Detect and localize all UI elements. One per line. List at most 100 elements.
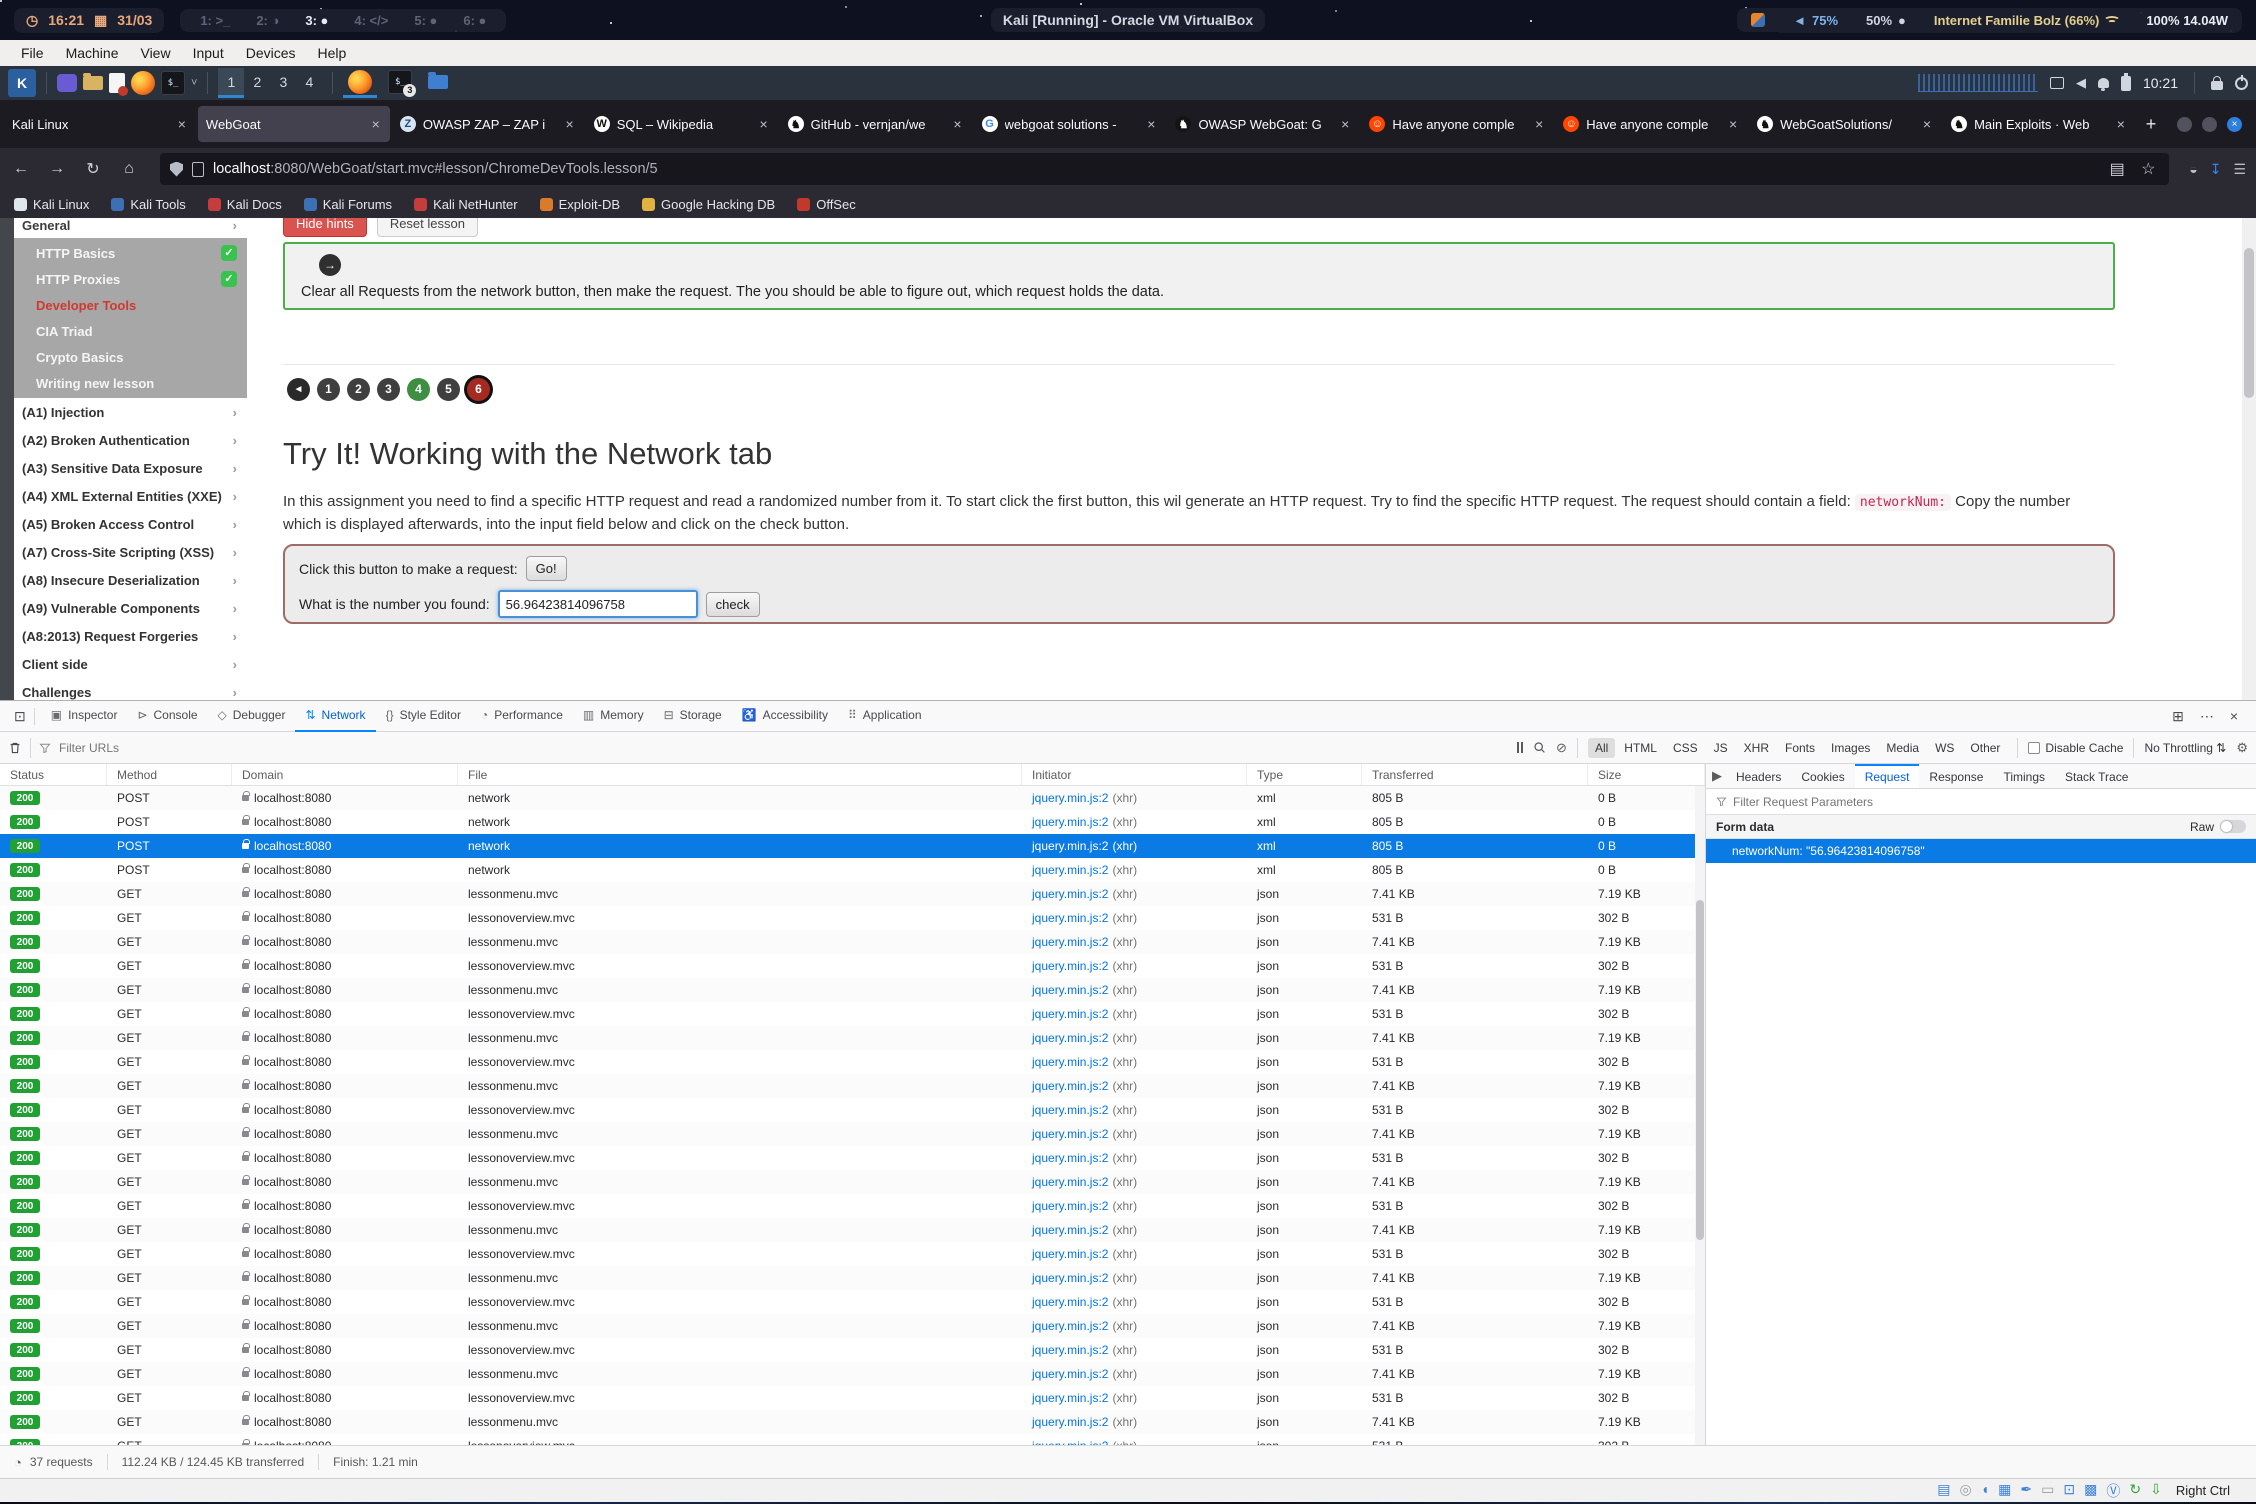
request-row[interactable]: 200 POST localhost:8080 network jquery.m… [0, 786, 1705, 810]
browser-tab[interactable]: ☺ Have anyone comple × [1361, 106, 1553, 142]
page-button[interactable]: 4 [407, 378, 430, 401]
maximize-button[interactable] [2202, 117, 2217, 132]
initiator-link[interactable]: jquery.min.js:2 [1032, 935, 1108, 949]
request-row[interactable]: 200 GET localhost:8080 lessonoverview.mv… [0, 1002, 1705, 1026]
initiator-link[interactable]: jquery.min.js:2 [1032, 1319, 1108, 1333]
vbox-status-icon[interactable]: ⊡ [2063, 1481, 2075, 1501]
detail-tab[interactable]: Headers [1726, 764, 1791, 788]
file-manager-icon[interactable] [83, 76, 103, 90]
sidebar-lesson-item[interactable]: CIA Triad ✓ [14, 318, 247, 344]
host-workspace[interactable]: 1: >_ [200, 13, 230, 28]
close-window-button[interactable]: × [2227, 117, 2242, 132]
next-hint-icon[interactable]: → [319, 254, 341, 276]
volume-icon[interactable]: ◀ [2076, 75, 2086, 91]
pause-traffic-icon[interactable] [1517, 742, 1523, 753]
throttling-select[interactable]: No Throttling ⇅ [2144, 741, 2226, 755]
browser-tab[interactable]: ♞ GitHub - vernjan/we × [780, 106, 972, 142]
menu-item[interactable]: Input [182, 42, 235, 64]
browser-tab[interactable]: G webgoat solutions - × [974, 106, 1166, 142]
workspace-button[interactable]: 2 [244, 68, 270, 98]
power-indicator[interactable]: 100% 14.04W [2132, 8, 2242, 33]
tracking-protection-icon[interactable] [170, 162, 183, 177]
initiator-link[interactable]: jquery.min.js:2 [1032, 1199, 1108, 1213]
request-row[interactable]: 200 POST localhost:8080 network jquery.m… [0, 834, 1705, 858]
sidebar-lesson-item[interactable]: Writing new lesson ✓ [14, 370, 247, 396]
forward-icon[interactable]: → [46, 160, 68, 178]
previous-page-button[interactable]: ◄ [287, 378, 310, 401]
request-row[interactable]: 200 GET localhost:8080 lessonmenu.mvc jq… [0, 1410, 1705, 1434]
vbox-status-icon[interactable]: ✒ [2020, 1481, 2032, 1501]
search-icon[interactable] [1533, 741, 1546, 754]
panel-clock[interactable]: 10:21 [2143, 75, 2178, 91]
firefox-launcher-icon[interactable] [131, 71, 155, 95]
request-row[interactable]: 200 GET localhost:8080 lessonmenu.mvc jq… [0, 1122, 1705, 1146]
devtools-tool-tab[interactable]: ⊳ Console [127, 701, 207, 732]
lock-screen-icon[interactable] [2211, 81, 2223, 90]
initiator-link[interactable]: jquery.min.js:2 [1032, 1175, 1108, 1189]
downloads-icon[interactable]: ↧ [2210, 161, 2222, 178]
vbox-status-icon[interactable]: ▩ [2084, 1481, 2097, 1501]
pick-element-icon[interactable]: ⊡ [6, 708, 35, 725]
devtools-tool-tab[interactable]: ▥ Memory [573, 701, 654, 732]
home-icon[interactable]: ⌂ [118, 160, 140, 178]
column-header[interactable]: Method [107, 764, 232, 785]
tab-close-icon[interactable]: × [951, 116, 963, 132]
terminal-running-icon[interactable]: $_3 [383, 68, 417, 98]
type-filter-button[interactable]: All [1588, 738, 1615, 758]
tab-close-icon[interactable]: × [1339, 116, 1351, 132]
disable-cache-checkbox[interactable]: Disable Cache [2028, 741, 2123, 755]
initiator-link[interactable]: jquery.min.js:2 [1032, 911, 1108, 925]
column-header[interactable]: Domain [232, 764, 458, 785]
initiator-link[interactable]: jquery.min.js:2 [1032, 887, 1108, 901]
devtools-tool-tab[interactable]: {} Style Editor [376, 701, 471, 732]
sidebar-category-item[interactable]: (A5) Broken Access Control› [14, 510, 247, 538]
type-filter-button[interactable]: Other [1963, 738, 2007, 758]
initiator-link[interactable]: jquery.min.js:2 [1032, 1031, 1108, 1045]
initiator-link[interactable]: jquery.min.js:2 [1032, 1343, 1108, 1357]
clear-requests-icon[interactable] [8, 741, 22, 755]
menu-item[interactable]: View [129, 42, 181, 64]
tab-close-icon[interactable]: × [1727, 116, 1739, 132]
initiator-link[interactable]: jquery.min.js:2 [1032, 1271, 1108, 1285]
host-workspace[interactable]: 4: </> [354, 13, 388, 28]
sidebar-category-item[interactable]: (A4) XML External Entities (XXE)› [14, 482, 247, 510]
request-row[interactable]: 200 GET localhost:8080 lessonmenu.mvc jq… [0, 1362, 1705, 1386]
request-row[interactable]: 200 GET localhost:8080 lessonoverview.mv… [0, 1434, 1705, 1445]
files-running-icon[interactable] [423, 68, 453, 98]
sidebar-lesson-item[interactable]: HTTP Basics ✓ [14, 240, 247, 266]
sidebar-category-item[interactable]: (A7) Cross-Site Scripting (XSS)› [14, 538, 247, 566]
bookmark-item[interactable]: Google Hacking DB [642, 197, 775, 212]
request-row[interactable]: 200 POST localhost:8080 network jquery.m… [0, 810, 1705, 834]
initiator-link[interactable]: jquery.min.js:2 [1032, 959, 1108, 973]
vbox-status-icon[interactable]: ▭ [2041, 1481, 2054, 1501]
page-button[interactable]: 1 [317, 378, 340, 401]
type-filter-button[interactable]: Media [1879, 738, 1926, 758]
clock-pill[interactable]: ◷ 16:21 ▦ 31/03 [14, 8, 164, 33]
devtools-menu-icon[interactable]: ⋯ [2200, 708, 2214, 725]
browser-tab[interactable]: ♞ OWASP WebGoat: G × [1167, 106, 1359, 142]
vbox-status-icon[interactable]: ◖ [1981, 1481, 1989, 1501]
page-button[interactable]: 3 [377, 378, 400, 401]
devtools-tool-tab[interactable]: ⠿ Application [838, 701, 932, 732]
raw-toggle[interactable] [2220, 820, 2246, 833]
initiator-link[interactable]: jquery.min.js:2 [1032, 1007, 1108, 1021]
type-filter-button[interactable]: XHR [1737, 738, 1776, 758]
sidebar-category-item[interactable]: (A8:2013) Request Forgeries› [14, 622, 247, 650]
devtools-tool-tab[interactable]: ⇅ Network [295, 701, 375, 732]
bookmark-item[interactable]: Kali Tools [111, 197, 185, 212]
volume-indicator[interactable]: ◄75% [1779, 8, 1852, 33]
request-row[interactable]: 200 GET localhost:8080 lessonoverview.mv… [0, 1194, 1705, 1218]
vbox-status-icon[interactable]: ⇩ [2150, 1481, 2162, 1501]
devtools-tool-tab[interactable]: ▣ Inspector [41, 701, 128, 732]
initiator-link[interactable]: jquery.min.js:2 [1032, 1055, 1108, 1069]
devtools-tool-tab[interactable]: ⊟ Storage [654, 701, 732, 732]
system-monitor-graph[interactable] [1918, 74, 2038, 92]
workspace-button[interactable]: 1 [218, 68, 244, 98]
request-row[interactable]: 200 GET localhost:8080 lessonmenu.mvc jq… [0, 930, 1705, 954]
initiator-link[interactable]: jquery.min.js:2 [1032, 863, 1108, 877]
go-button[interactable]: Go! [526, 556, 567, 581]
workspace-button[interactable]: 4 [296, 68, 322, 98]
back-icon[interactable]: ← [10, 160, 32, 178]
menu-item[interactable]: File [10, 42, 55, 64]
detail-tab[interactable]: Stack Trace [2055, 764, 2138, 788]
